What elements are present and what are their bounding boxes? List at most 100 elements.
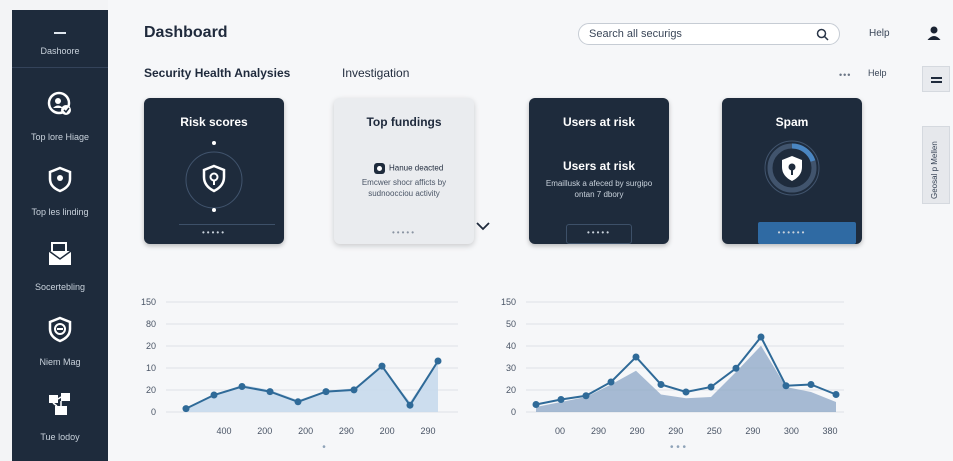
side-panel-tab[interactable]: Geosal p Mellen (922, 126, 950, 204)
side-panel-label: Geosal p Mellen (930, 141, 939, 199)
network-icon (49, 393, 70, 415)
x-tick-label: 290 (668, 426, 683, 436)
data-point (632, 353, 640, 361)
sidebar-item-label: Top les linding (31, 207, 89, 217)
card-divider (179, 224, 275, 225)
line-chart-right: 15050403020000 290 290 290 250 290 300 380• • • (501, 297, 844, 453)
menu-line (931, 77, 942, 79)
envelope-icon (48, 242, 72, 265)
sidebar-item-top-les[interactable]: Top les linding (12, 165, 108, 235)
alert-row: Hanue deacted (374, 163, 443, 174)
series-area (186, 361, 438, 412)
x-tick-label: 290 (630, 426, 645, 436)
x-tick-label: 250 (707, 426, 722, 436)
data-point (782, 382, 790, 390)
y-tick-label: 20 (146, 385, 156, 395)
alert-text: Hanue deacted (389, 163, 444, 173)
card-users-at-risk[interactable]: Users at risk Users at risk Emaillusk a … (529, 98, 669, 244)
sidebar-item-top-lore[interactable]: Top lore Hiage (12, 90, 108, 160)
data-point (807, 381, 815, 388)
y-tick-label: 20 (506, 385, 516, 395)
x-tick-label: 200 (380, 426, 395, 436)
menu-line (931, 81, 942, 83)
sidebar-item-label: Socertebling (34, 282, 86, 292)
x-tick-label: 290 (591, 426, 606, 436)
page-title: Dashboard (144, 24, 228, 41)
chevron-down-icon[interactable] (476, 222, 490, 231)
data-point (294, 398, 302, 406)
y-tick-label: 80 (146, 319, 156, 329)
card-spam[interactable]: Spam •••••• (722, 98, 862, 244)
main-content: Dashboard Search all securigs Help Secur… (108, 0, 953, 461)
card-pagination: ••••• (391, 228, 416, 237)
y-tick-label: 50 (506, 319, 516, 329)
card-title: Users at risk (562, 115, 636, 129)
y-tick-label: 10 (146, 363, 156, 373)
data-point (832, 391, 840, 398)
risk-gauge-icon (185, 141, 243, 212)
y-tick-label: 0 (511, 407, 516, 417)
card-risk-scores[interactable]: Risk scores ••••• (144, 98, 284, 244)
data-point (182, 405, 190, 413)
card-description: Emcwer shocr afficts by sudnoocciou acti… (361, 178, 447, 198)
sidebar-header[interactable]: Dashoore (12, 10, 108, 68)
spam-shield-icon (764, 140, 820, 196)
series-area (536, 345, 836, 412)
card-description: Emaillusk a afeced by surgipo ontan 7 db… (545, 179, 653, 199)
sidebar-item-label: Tue lodoy (40, 432, 80, 442)
x-tick-label: 290 (745, 426, 760, 436)
data-point (707, 383, 715, 391)
card-top-fundings[interactable]: Top fundings Hanue deacted Emcwer shocr … (334, 98, 490, 244)
shield-badge-icon (48, 316, 72, 343)
chart-pagination: • • • (670, 442, 687, 453)
menu-button[interactable] (922, 66, 950, 92)
x-tick-label: 300 (784, 426, 799, 436)
sidebar-item-label: Top lore Hiage (30, 132, 90, 142)
search-icon[interactable] (816, 28, 829, 41)
help-link-secondary[interactable]: Help (868, 68, 887, 78)
data-point (406, 401, 414, 409)
x-tick-label: 00 (555, 426, 565, 436)
y-tick-label: 40 (506, 341, 516, 351)
card-pagination: •••••• (777, 228, 807, 237)
user-icon[interactable] (926, 25, 942, 41)
chart-pagination: • (322, 442, 326, 453)
data-point (350, 386, 358, 394)
x-tick-label: 290 (420, 426, 435, 436)
data-point (682, 388, 690, 396)
sidebar-item-niem-mag[interactable]: Niem Mag (12, 315, 108, 385)
data-point (266, 388, 274, 396)
tab-investigation[interactable]: Investigation (342, 66, 409, 80)
card-pagination: ••••• (201, 228, 226, 237)
more-options-icon[interactable]: ••• (839, 70, 851, 80)
card-headline: Users at risk (562, 159, 636, 173)
data-point (557, 396, 565, 403)
y-tick-label: 150 (501, 297, 516, 307)
sidebar-item-tue-lodoy[interactable]: Tue lodoy (12, 390, 108, 460)
data-point (582, 392, 590, 400)
section-title: Security Health Analysies (144, 66, 291, 80)
data-point (657, 381, 665, 388)
card-title: Spam (775, 115, 809, 129)
data-point (210, 391, 218, 399)
x-tick-label: 400 (216, 426, 231, 436)
sidebar-top-label: Dashoore (40, 46, 80, 56)
data-point (607, 378, 615, 386)
card-title: Top fundings (366, 115, 442, 129)
alert-icon (374, 163, 385, 174)
x-tick-label: 290 (339, 426, 354, 436)
sidebar-item-label: Niem Mag (39, 357, 81, 367)
y-tick-label: 20 (146, 341, 156, 351)
help-link[interactable]: Help (869, 28, 890, 39)
y-tick-label: 30 (506, 363, 516, 373)
line-chart-left: 150802010200400 200 200 290 200 290• (141, 297, 458, 453)
data-point (378, 362, 386, 370)
data-point (434, 357, 442, 365)
search-placeholder: Search all securigs (589, 28, 682, 40)
y-tick-label: 0 (151, 407, 156, 417)
data-point (322, 388, 330, 396)
sidebar-item-socertebling[interactable]: Socertebling (12, 240, 108, 310)
x-tick-label: 200 (298, 426, 313, 436)
search-input[interactable]: Search all securigs (578, 23, 840, 45)
menu-dash-icon (54, 32, 66, 34)
